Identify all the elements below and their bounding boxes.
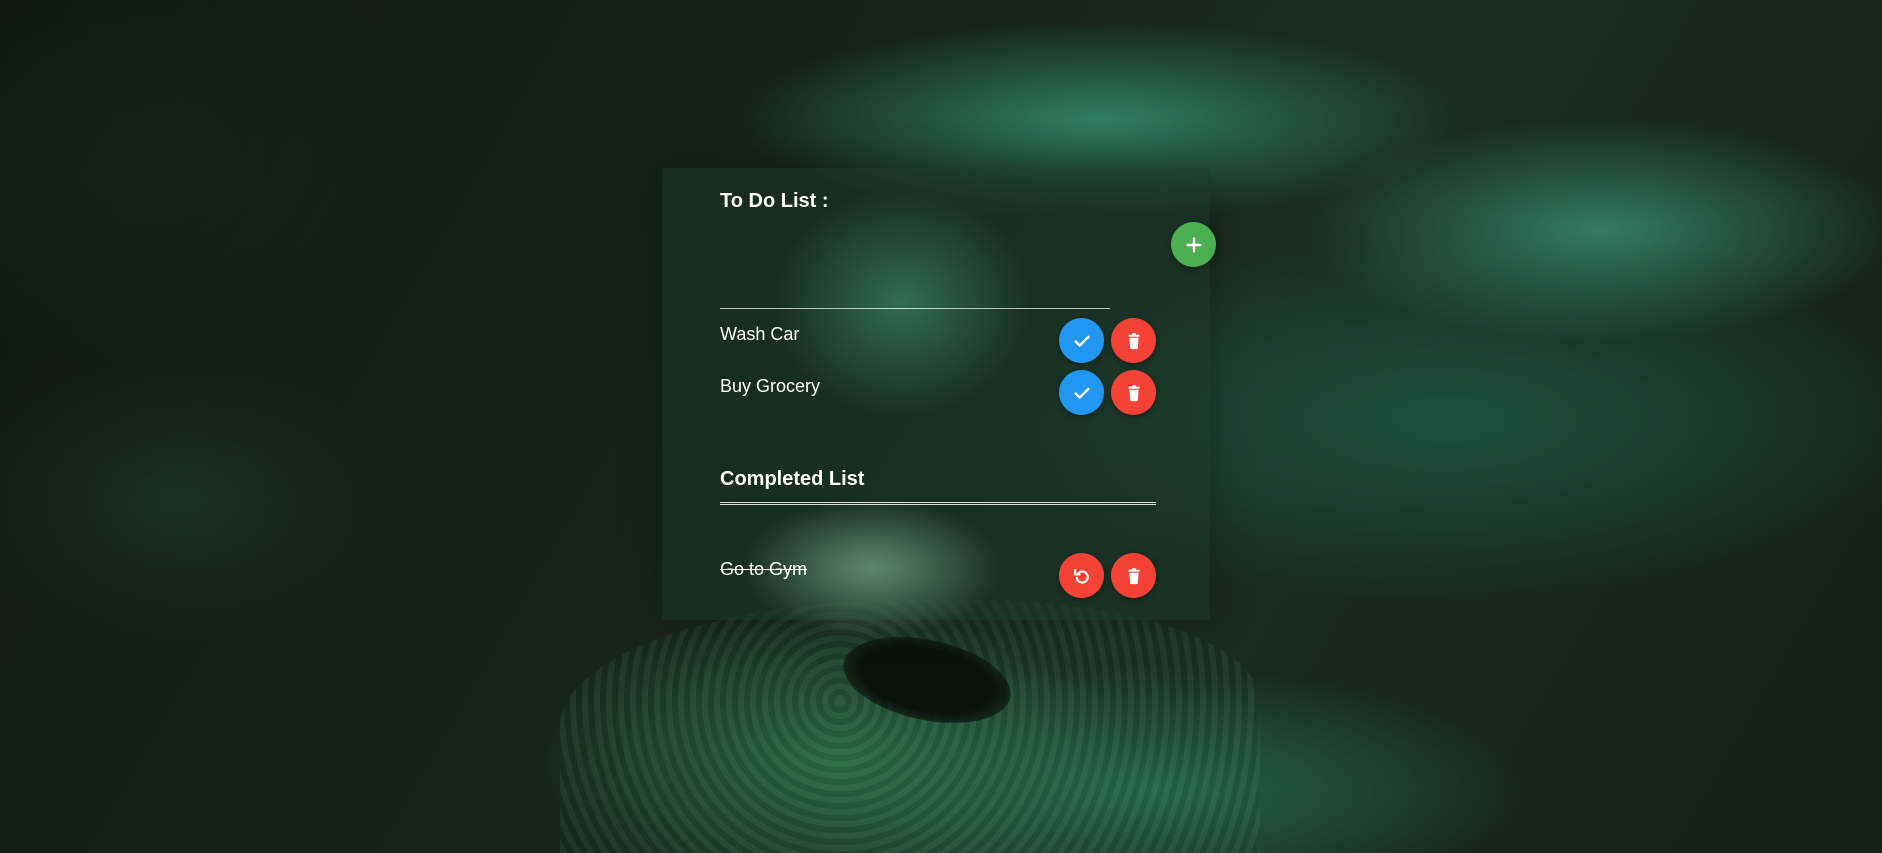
completed-item: Go to Gym (720, 553, 1156, 599)
todo-content: To Do List : Wash Car Buy Grocery Comple… (720, 168, 1216, 620)
check-icon (1073, 387, 1090, 399)
complete-task-button[interactable] (1059, 318, 1104, 363)
delete-task-button[interactable] (1111, 553, 1156, 598)
delete-task-button[interactable] (1111, 370, 1156, 415)
trash-icon (1128, 384, 1139, 401)
trash-icon (1128, 567, 1139, 584)
new-task-input[interactable] (720, 284, 1110, 309)
trash-icon (1128, 332, 1139, 349)
undo-icon (1073, 568, 1089, 584)
todo-item-label: Wash Car (720, 324, 800, 344)
delete-task-button[interactable] (1111, 318, 1156, 363)
undo-task-button[interactable] (1059, 553, 1104, 598)
completed-divider (720, 502, 1156, 505)
todo-panel: To Do List : Wash Car Buy Grocery Comple… (662, 168, 1216, 638)
add-task-button[interactable] (1171, 222, 1216, 267)
todo-item-label: Buy Grocery (720, 376, 821, 396)
completed-item-label: Go to Gym (720, 559, 808, 579)
complete-task-button[interactable] (1059, 370, 1104, 415)
todo-item: Buy Grocery (720, 370, 1156, 416)
todo-item: Wash Car (720, 318, 1156, 364)
completed-heading: Completed List (720, 468, 865, 490)
todo-heading: To Do List : (720, 190, 829, 212)
plus-icon (1185, 236, 1202, 253)
check-icon (1073, 335, 1090, 347)
